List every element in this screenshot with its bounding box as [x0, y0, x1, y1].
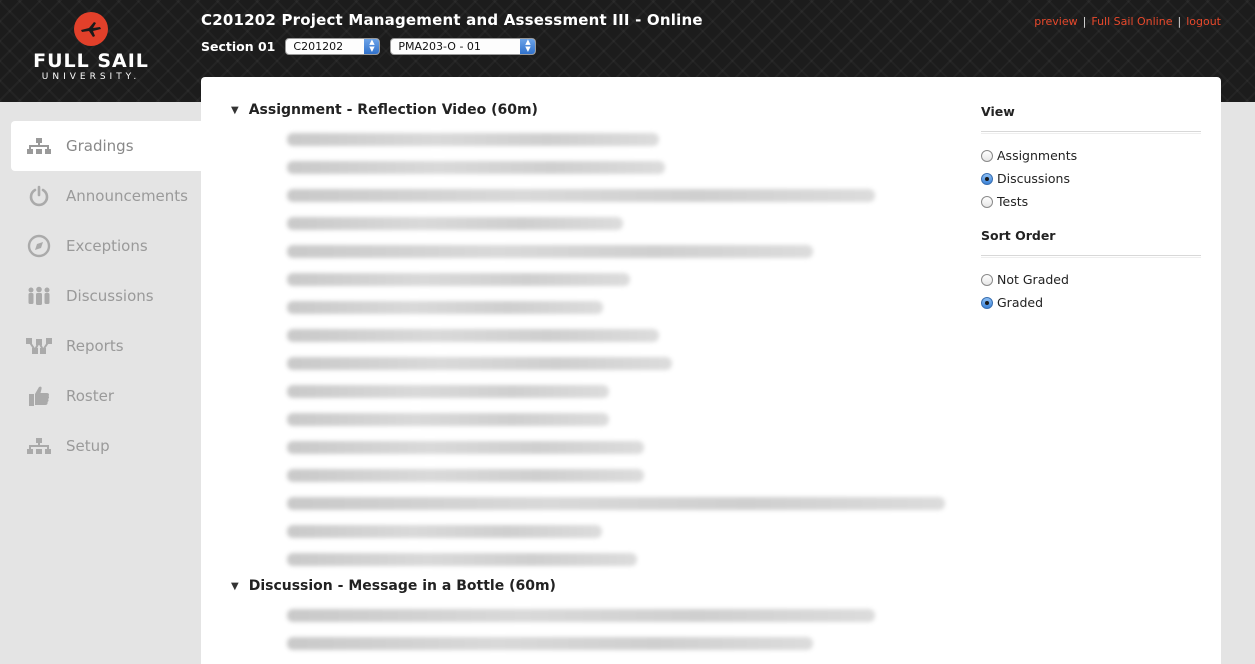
list-item[interactable]	[287, 553, 637, 566]
sort-order-heading: Sort Order	[981, 228, 1056, 243]
view-option-assignments[interactable]: Assignments	[981, 144, 1201, 167]
sidebar-item-label: Announcements	[66, 187, 188, 205]
top-links: preview | Full Sail Online | logout	[1034, 15, 1221, 28]
list-item[interactable]	[287, 245, 813, 258]
list-item[interactable]	[287, 357, 672, 370]
sidebar-item-reports[interactable]: Reports	[11, 321, 201, 371]
list-item[interactable]	[287, 637, 813, 650]
group-title: Discussion - Message in a Bottle (60m)	[248, 578, 556, 594]
group-header-discussion[interactable]: ▼ Discussion - Message in a Bottle (60m)	[231, 578, 556, 594]
course-title: C201202 Project Management and Assessmen…	[201, 11, 703, 29]
plane-logo-icon	[74, 12, 108, 46]
sidebar-item-label: Reports	[66, 337, 124, 355]
separator: |	[1177, 15, 1182, 28]
view-option-discussions[interactable]: Discussions	[981, 167, 1201, 190]
sidebar-item-label: Setup	[66, 437, 110, 455]
radio-button-selected[interactable]	[981, 172, 993, 185]
gradings-panel: ▼ Assignment - Reflection Video (60m) ▼ …	[201, 77, 1221, 664]
radio-button[interactable]	[981, 273, 993, 286]
sidebar-item-label: Exceptions	[66, 237, 148, 255]
list-item[interactable]	[287, 133, 659, 146]
list-item[interactable]	[287, 497, 945, 510]
sidebar-item-announcements[interactable]: Announcements	[11, 171, 201, 221]
list-item[interactable]	[287, 161, 665, 174]
logo-subtitle: UNIVERSITY.	[41, 72, 141, 82]
divider	[981, 131, 1201, 134]
list-item[interactable]	[287, 413, 609, 426]
list-item[interactable]	[287, 189, 875, 202]
radio-label: Tests	[997, 194, 1029, 209]
sidebar-item-label: Discussions	[66, 287, 154, 305]
divider	[981, 255, 1201, 258]
section-label: Section 01	[201, 38, 276, 54]
network-icon	[25, 334, 53, 358]
sidebar-item-gradings[interactable]: Gradings	[11, 121, 201, 171]
list-item[interactable]	[287, 469, 644, 482]
list-item[interactable]	[287, 301, 603, 314]
select-arrows-icon: ▲ ▼	[364, 38, 380, 54]
sidebar-item-setup[interactable]: Setup	[11, 421, 201, 471]
sidebar-item-label: Roster	[66, 387, 115, 405]
course-select-value: C201202	[293, 39, 344, 53]
sidebar-item-discussions[interactable]: Discussions	[11, 271, 201, 321]
full-sail-logo[interactable]: FULL SAIL UNIVERSITY.	[28, 12, 154, 86]
list-item[interactable]	[287, 441, 644, 454]
org-chart-icon	[25, 134, 53, 158]
view-option-tests[interactable]: Tests	[981, 190, 1201, 213]
radio-label: Assignments	[997, 148, 1078, 163]
logo-wordmark: FULL SAIL	[33, 50, 149, 72]
list-item[interactable]	[287, 217, 623, 230]
section-selector-row: Section 01 C201202 ▲ ▼ PMA203-O - 01 ▲ ▼	[201, 37, 546, 55]
section-select-value: PMA203-O - 01	[398, 39, 481, 53]
compass-icon	[25, 234, 53, 258]
list-item[interactable]	[287, 525, 602, 538]
filter-panel: View Assignments Discussions Tests Sort …	[981, 104, 1201, 314]
sidebar-nav: Gradings Announcements Exceptions Discus…	[11, 121, 201, 471]
logout-link[interactable]: logout	[1186, 15, 1221, 28]
sidebar-item-exceptions[interactable]: Exceptions	[11, 221, 201, 271]
list-item[interactable]	[287, 609, 875, 622]
people-icon	[25, 284, 53, 308]
sidebar-item-roster[interactable]: Roster	[11, 371, 201, 421]
sort-option-not-graded[interactable]: Not Graded	[981, 268, 1201, 291]
list-item[interactable]	[287, 329, 659, 342]
preview-link[interactable]: preview	[1034, 15, 1077, 28]
group-header-assignment[interactable]: ▼ Assignment - Reflection Video (60m)	[231, 102, 538, 118]
collapse-triangle-icon[interactable]: ▼	[231, 581, 239, 592]
list-item[interactable]	[287, 385, 609, 398]
separator: |	[1082, 15, 1087, 28]
radio-button-selected[interactable]	[981, 296, 993, 309]
radio-label: Not Graded	[997, 272, 1069, 287]
collapse-triangle-icon[interactable]: ▼	[231, 105, 239, 116]
radio-button[interactable]	[981, 149, 993, 162]
select-arrows-icon: ▲ ▼	[520, 38, 536, 54]
course-select[interactable]: C201202 ▲ ▼	[285, 37, 381, 55]
thumbs-up-icon	[25, 384, 53, 408]
full-sail-online-link[interactable]: Full Sail Online	[1091, 15, 1172, 28]
radio-label: Graded	[997, 295, 1044, 310]
radio-label: Discussions	[997, 171, 1070, 186]
section-select[interactable]: PMA203-O - 01 ▲ ▼	[390, 37, 537, 55]
group-title: Assignment - Reflection Video (60m)	[248, 102, 538, 118]
org-chart-icon	[25, 434, 53, 458]
sort-option-graded[interactable]: Graded	[981, 291, 1201, 314]
list-item[interactable]	[287, 273, 630, 286]
view-heading: View	[981, 104, 1015, 119]
radio-button[interactable]	[981, 195, 993, 208]
sidebar-item-label: Gradings	[66, 137, 134, 155]
power-icon	[25, 184, 53, 208]
